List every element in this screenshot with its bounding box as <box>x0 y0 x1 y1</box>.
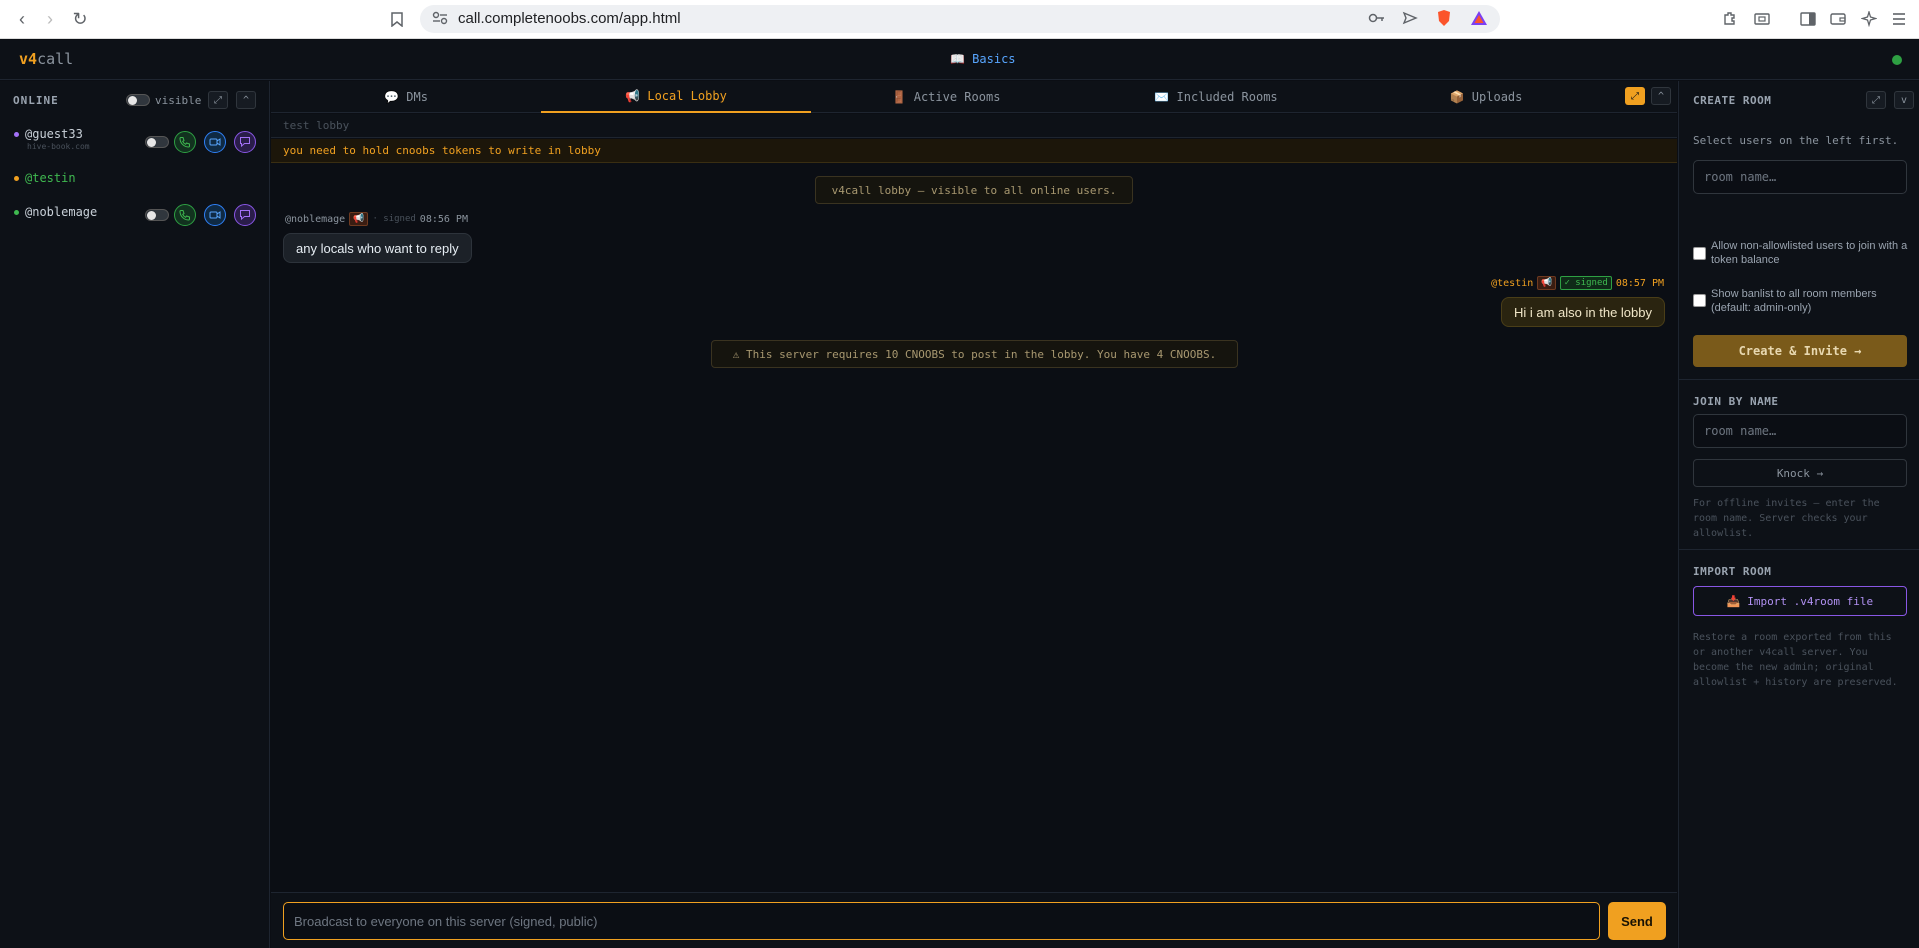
user-toggle-noblemage[interactable] <box>145 209 169 221</box>
username: @testin <box>25 171 76 185</box>
divider <box>1679 549 1919 550</box>
send-tab-icon[interactable] <box>1402 11 1418 30</box>
video-icon[interactable] <box>204 204 226 226</box>
message-author: @noblemage <box>285 213 346 225</box>
browser-toolbar: ‹ › ↻ call.completenoobs.com/app.html <box>0 0 1919 39</box>
visible-toggle[interactable] <box>126 94 150 106</box>
system-message-warning: ⚠ This server requires 10 CNOOBS to post… <box>711 340 1238 368</box>
chat-area: v4call lobby — visible to all online use… <box>271 164 1677 944</box>
app-header: v4call 📖 Basics <box>0 40 1919 80</box>
message-time: 08:56 PM <box>419 213 468 225</box>
tab-bar: 💬 DMs 📢 Local Lobby 🚪 Active Rooms ✉️ In… <box>271 81 1677 113</box>
connection-status-indicator <box>1892 55 1902 65</box>
collapse-icon[interactable]: v <box>1894 91 1914 109</box>
tab-local-lobby[interactable]: 📢 Local Lobby <box>541 81 811 113</box>
knock-button[interactable]: Knock → <box>1693 459 1907 487</box>
megaphone-icon: 📢 <box>1537 276 1557 290</box>
bookmark-icon[interactable] <box>385 8 409 30</box>
tab-dms[interactable]: 💬 DMs <box>271 81 541 113</box>
user-domain: hive-book.com <box>27 142 90 151</box>
address-bar[interactable]: call.completenoobs.com/app.html <box>420 5 1500 33</box>
brave-shield-icon[interactable] <box>1436 9 1452 32</box>
site-settings-icon[interactable] <box>432 11 448 30</box>
online-users-panel: ONLINE visible ⤢ ^ @guest33 hive-book.co… <box>0 81 270 948</box>
chat-icon[interactable] <box>234 131 256 153</box>
room-name-input[interactable] <box>1693 160 1907 194</box>
show-banlist-checkbox[interactable] <box>1693 294 1706 307</box>
extensions-icon[interactable] <box>1718 8 1742 30</box>
allow-nonallowlisted-checkbox[interactable] <box>1693 247 1706 260</box>
message-time: 08:57 PM <box>1615 277 1664 289</box>
system-message-intro: v4call lobby — visible to all online use… <box>815 176 1133 204</box>
url-text: call.completenoobs.com/app.html <box>458 10 681 27</box>
allow-nonallowlisted-label: Allow non-allowlisted users to join with… <box>1711 240 1908 266</box>
offline-hint: For offline invites — enter the room nam… <box>1693 498 1880 539</box>
username: @noblemage <box>25 205 98 219</box>
leo-ai-icon[interactable] <box>1857 8 1881 30</box>
message-input[interactable] <box>283 902 1600 940</box>
import-header: IMPORT ROOM <box>1693 565 1772 578</box>
presence-dot <box>14 132 19 137</box>
back-icon[interactable]: ‹ <box>10 8 34 30</box>
chat-icon[interactable] <box>234 204 256 226</box>
room-description-bar: test lobby <box>271 114 1677 138</box>
divider <box>1679 379 1919 380</box>
message-bubble: any locals who want to reply <box>283 233 472 263</box>
message-meta: @noblemage 📢 · signed 08:56 PM <box>285 212 468 226</box>
message-author: @testin <box>1491 277 1534 289</box>
room-panel: CREATE ROOM ⤢ v Select users on the left… <box>1678 81 1919 948</box>
forward-icon[interactable]: › <box>38 8 62 30</box>
call-icon[interactable] <box>174 204 196 226</box>
composer: Send <box>271 892 1677 948</box>
room-description: test lobby <box>283 119 350 132</box>
create-hint: Select users on the left first. <box>1693 134 1899 147</box>
collapse-icon[interactable]: ^ <box>236 91 256 109</box>
token-warning: you need to hold cnoobs tokens to write … <box>283 144 601 157</box>
create-invite-button[interactable]: Create & Invite → <box>1693 335 1907 367</box>
presence-dot <box>14 176 19 181</box>
wallet-icon[interactable] <box>1826 8 1850 30</box>
import-hint: Restore a room exported from this or ano… <box>1693 632 1898 688</box>
user-row-guest33[interactable]: @guest33 hive-book.com <box>14 127 90 151</box>
presence-dot <box>14 210 19 215</box>
user-row-noblemage[interactable]: @noblemage <box>14 205 97 219</box>
show-banlist-label: Show banlist to all room members (defaul… <box>1711 288 1877 314</box>
brave-rewards-icon[interactable] <box>1470 10 1488 31</box>
video-icon[interactable] <box>204 131 226 153</box>
import-room-button[interactable]: 📥 Import .v4room file <box>1693 586 1907 616</box>
megaphone-icon: 📢 <box>349 212 369 226</box>
tab-active-rooms[interactable]: 🚪 Active Rooms <box>811 81 1081 113</box>
basics-link[interactable]: 📖 Basics <box>950 52 1016 66</box>
signed-label: · signed <box>372 214 416 224</box>
expand-icon[interactable]: ⤢ <box>208 91 228 109</box>
message-bubble: Hi i am also in the lobby <box>1500 297 1665 327</box>
expand-icon[interactable]: ⤢ <box>1866 91 1886 109</box>
join-room-input[interactable] <box>1693 414 1907 448</box>
sidebar-icon[interactable] <box>1796 8 1820 30</box>
expand-icon[interactable]: ⤢ <box>1625 87 1645 105</box>
screenshot-icon[interactable] <box>1750 8 1774 30</box>
visible-label: visible <box>155 94 202 107</box>
join-header: JOIN BY NAME <box>1693 395 1779 408</box>
signed-badge: ✓ signed <box>1560 276 1612 290</box>
menu-icon[interactable] <box>1887 8 1911 30</box>
collapse-icon[interactable]: ^ <box>1651 87 1671 105</box>
tab-uploads[interactable]: 📦 Uploads <box>1351 81 1621 113</box>
app-logo: v4call <box>19 50 74 68</box>
username: @guest33 <box>25 127 83 141</box>
key-icon[interactable] <box>1368 11 1386 30</box>
token-warning-bar: you need to hold cnoobs tokens to write … <box>271 139 1677 163</box>
create-room-header: CREATE ROOM <box>1693 94 1772 107</box>
online-header: ONLINE <box>13 94 59 107</box>
call-icon[interactable] <box>174 131 196 153</box>
tab-included-rooms[interactable]: ✉️ Included Rooms <box>1081 81 1351 113</box>
user-row-testin[interactable]: @testin <box>14 171 76 185</box>
send-button[interactable]: Send <box>1608 902 1666 940</box>
user-toggle-guest33[interactable] <box>145 136 169 148</box>
reload-icon[interactable]: ↻ <box>68 8 92 30</box>
message-meta: @testin 📢 ✓ signed 08:57 PM <box>1491 276 1664 290</box>
